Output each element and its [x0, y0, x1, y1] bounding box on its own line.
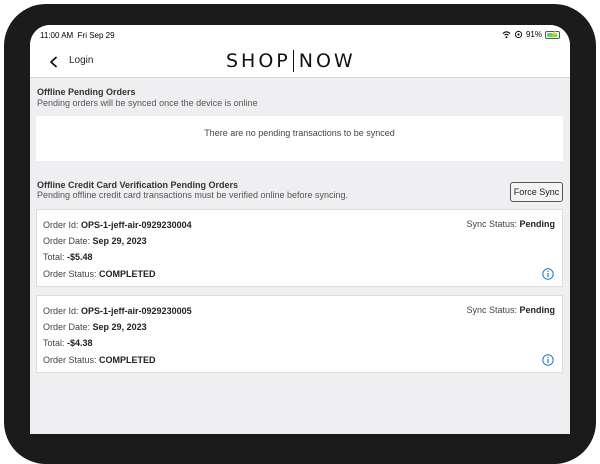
status-indicators: 91% ⚡ — [502, 30, 560, 39]
nav-bar: Login SHOP NOW — [30, 47, 570, 78]
order-total-row: Total: -$5.48 — [43, 252, 93, 262]
cc-pending-subtitle: Pending offline credit card transactions… — [37, 190, 349, 200]
force-sync-button[interactable]: Force Sync — [510, 182, 563, 202]
status-bar: 11:00 AM Fri Sep 29 91% ⚡ — [30, 25, 570, 47]
back-button-label[interactable]: Login — [69, 55, 93, 66]
order-status-value: COMPLETED — [99, 355, 156, 365]
order-status-value: COMPLETED — [99, 269, 156, 279]
empty-message: There are no pending transactions to be … — [204, 128, 395, 138]
status-time: 11:00 AM Fri Sep 29 — [40, 31, 115, 40]
order-id-row: Order Id: OPS-1-jeff-air-0929230005 — [43, 306, 192, 316]
order-id-row: Order Id: OPS-1-jeff-air-0929230004 — [43, 220, 192, 230]
sync-status: Sync Status: Pending — [466, 305, 555, 315]
chevron-left-icon[interactable] — [48, 56, 60, 68]
sync-status-value: Pending — [519, 305, 556, 315]
shop-now-logo: SHOP NOW — [226, 50, 356, 72]
order-total-value: -$4.38 — [67, 338, 93, 348]
order-status-row: Order Status: COMPLETED — [43, 355, 156, 365]
cc-pending-title: Offline Credit Card Verification Pending… — [37, 180, 239, 190]
info-icon[interactable] — [542, 268, 554, 280]
sync-status-value: Pending — [519, 219, 556, 229]
location-icon — [514, 30, 523, 39]
order-id-value: OPS-1-jeff-air-0929230004 — [81, 220, 192, 230]
order-total-value: -$5.48 — [67, 252, 93, 262]
order-date-row: Order Date: Sep 29, 2023 — [43, 236, 147, 246]
app-screen: 11:00 AM Fri Sep 29 91% ⚡ Login SHOP NOW … — [30, 25, 570, 434]
order-id-value: OPS-1-jeff-air-0929230005 — [81, 306, 192, 316]
offline-pending-subtitle: Pending orders will be synced once the d… — [37, 98, 258, 108]
order-date-value: Sep 29, 2023 — [92, 236, 147, 246]
order-date-row: Order Date: Sep 29, 2023 — [43, 322, 147, 332]
wifi-icon — [502, 31, 511, 39]
order-status-row: Order Status: COMPLETED — [43, 269, 156, 279]
order-total-row: Total: -$4.38 — [43, 338, 93, 348]
battery-percent: 91% — [525, 30, 542, 39]
info-icon[interactable] — [542, 354, 554, 366]
sync-status: Sync Status: Pending — [466, 219, 555, 229]
offline-pending-title: Offline Pending Orders — [37, 87, 136, 97]
battery-charging-icon: ⚡ — [545, 30, 560, 39]
offline-pending-list: There are no pending transactions to be … — [36, 116, 563, 161]
order-card: Order Id: OPS-1-jeff-air-0929230004 Orde… — [36, 209, 563, 287]
order-date-value: Sep 29, 2023 — [92, 322, 147, 332]
order-card: Order Id: OPS-1-jeff-air-0929230005 Orde… — [36, 295, 563, 373]
